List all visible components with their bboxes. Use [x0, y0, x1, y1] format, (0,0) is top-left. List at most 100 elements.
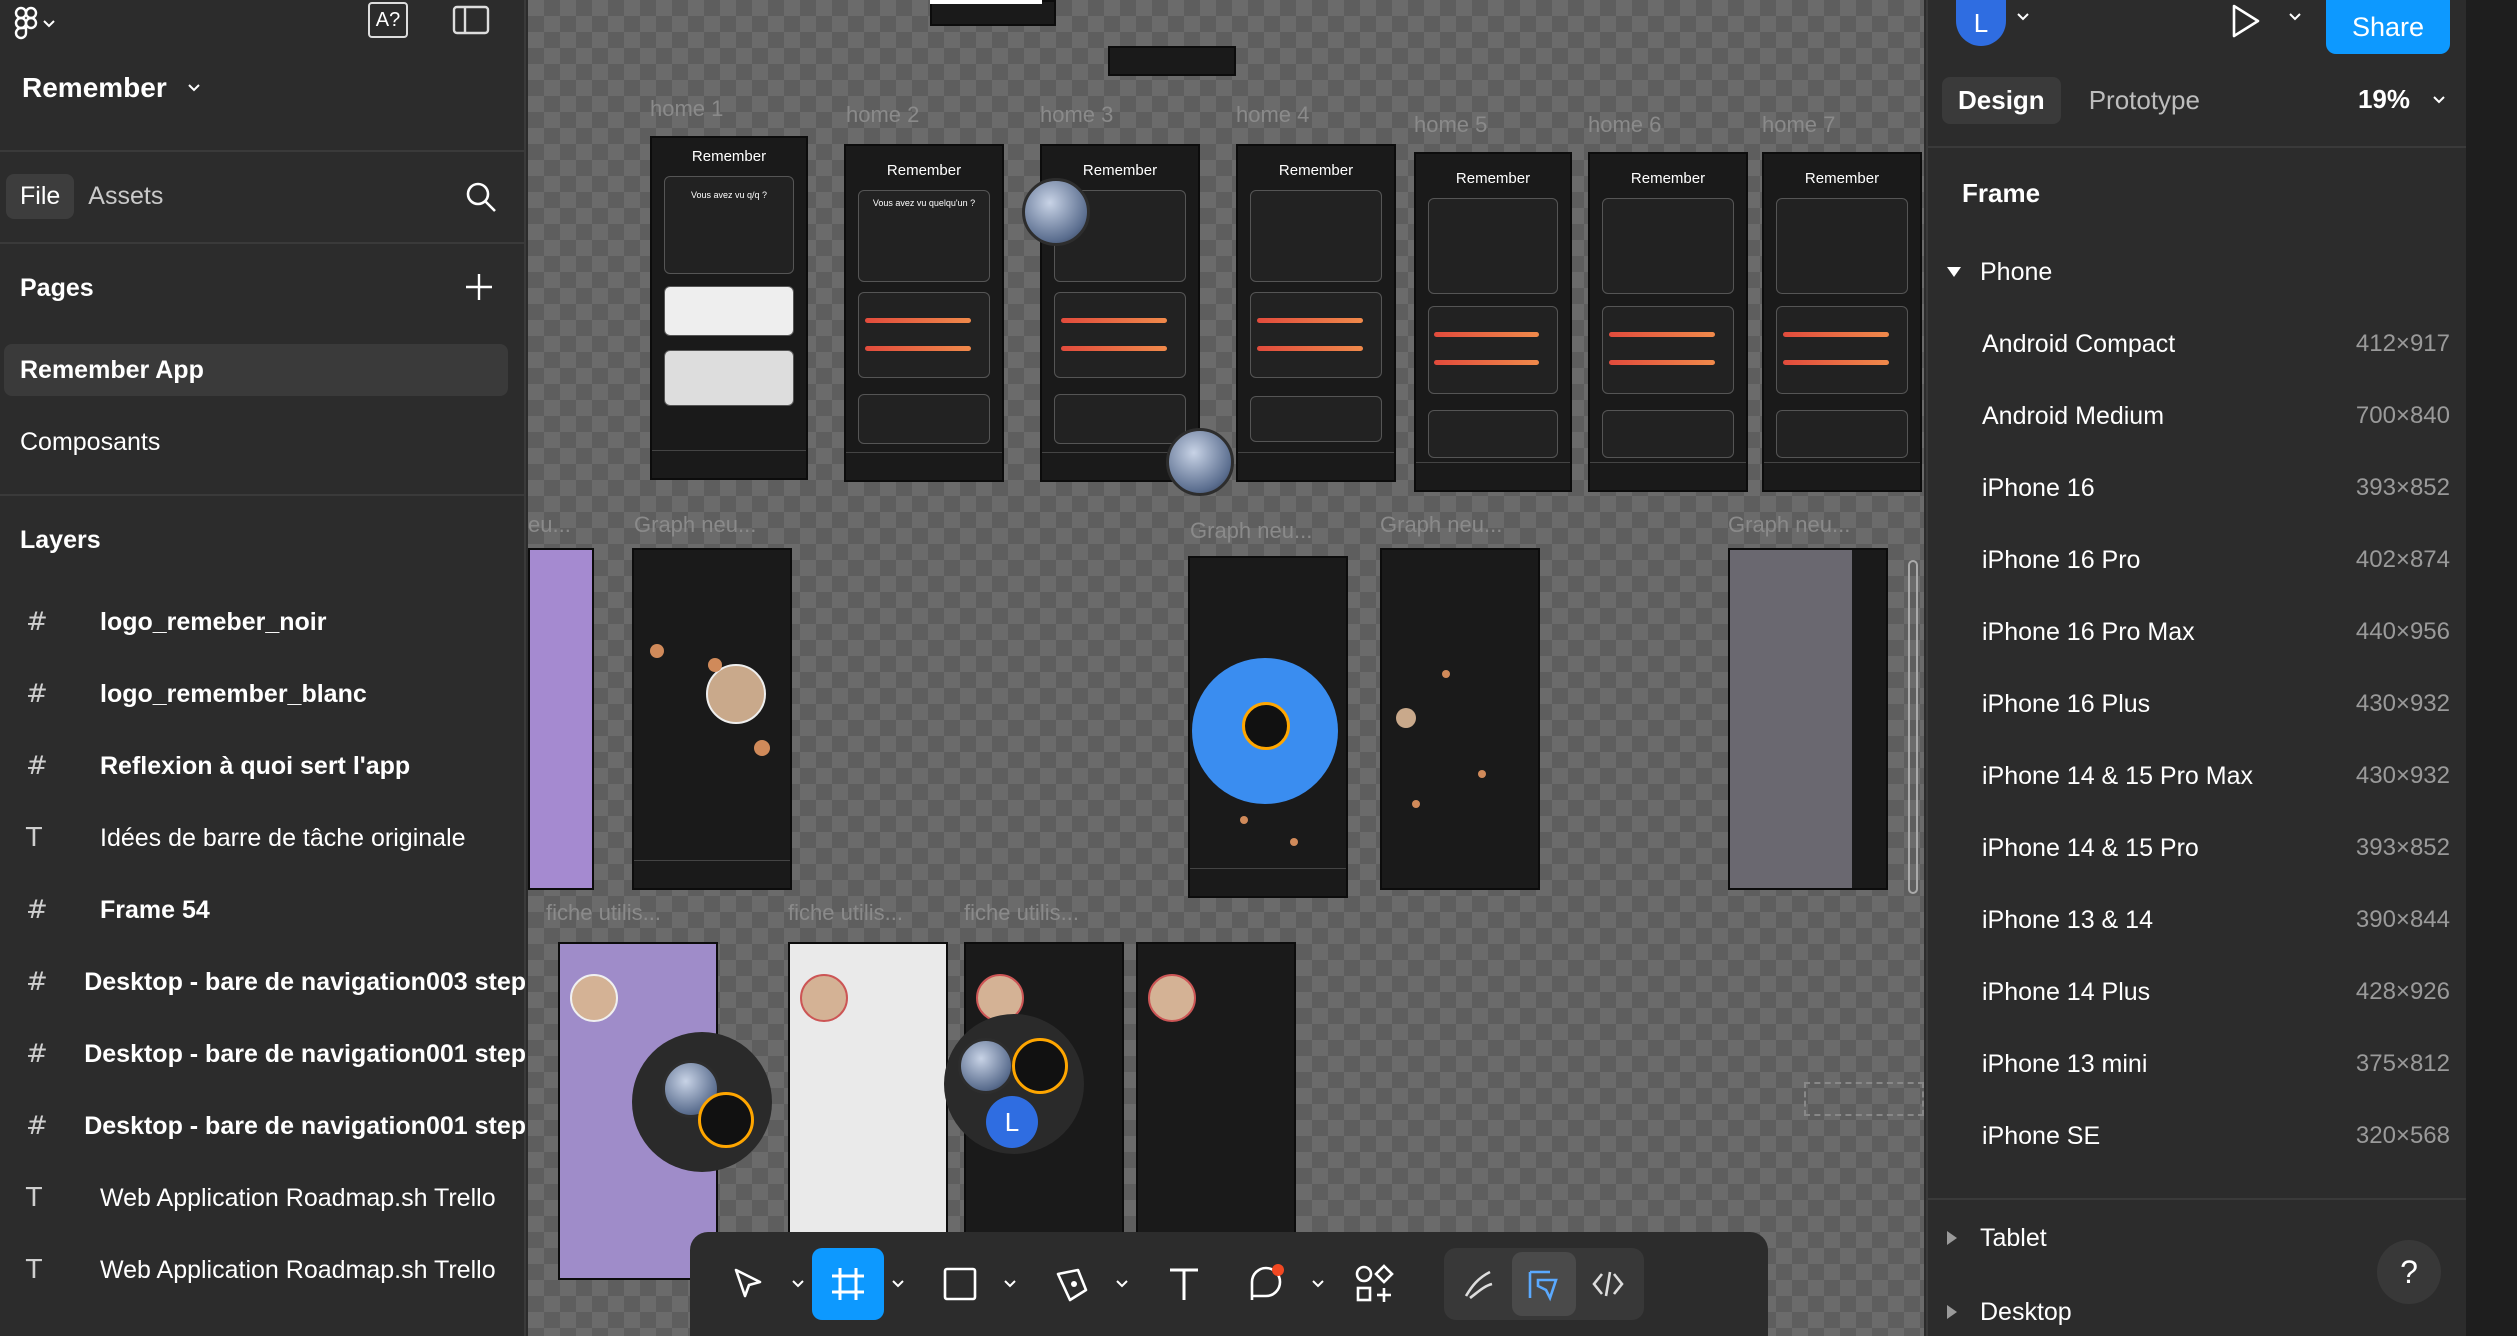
tab-design[interactable]: Design	[1942, 76, 2061, 124]
layer-row[interactable]: T Idées de barre de tâche originale	[0, 802, 526, 874]
frame-label[interactable]: eu...	[528, 512, 571, 538]
layer-row[interactable]: # Desktop - bare de navigation001 step	[0, 1018, 526, 1090]
phone-card	[1428, 198, 1558, 294]
layer-row[interactable]: T Web Application Roadmap.sh Trello	[0, 1234, 526, 1306]
frame-label[interactable]: Graph neu...	[634, 512, 756, 538]
frame-label[interactable]: home 4	[1236, 102, 1309, 128]
design-mode[interactable]	[1512, 1252, 1576, 1316]
pen-tool[interactable]	[1036, 1248, 1108, 1320]
preset-row[interactable]: Android Compact 412×917	[1928, 308, 2466, 380]
canvas-scroll[interactable]	[1908, 560, 1918, 894]
collaborator-avatar[interactable]	[1022, 178, 1090, 246]
dev-mode[interactable]	[1576, 1252, 1640, 1316]
profile-avatar	[800, 974, 848, 1022]
layer-row[interactable]: # logo_remeber_noir	[0, 586, 526, 658]
preset-row[interactable]: iPhone 16 Plus 430×932	[1928, 668, 2466, 740]
top-bar: A?	[0, 0, 524, 48]
frame-home-2[interactable]: Remember Vous avez vu quelqu'un ?	[844, 144, 1004, 482]
present-play-icon[interactable]	[2228, 2, 2262, 40]
tool-options-chevron[interactable]	[784, 1279, 812, 1289]
actions-tool[interactable]	[1338, 1248, 1410, 1320]
tab-file[interactable]: File	[6, 173, 75, 219]
collaborator-avatar[interactable]	[1166, 428, 1234, 496]
frame-home-1[interactable]: Remember Vous avez vu q/q ?	[650, 136, 808, 480]
tool-options-chevron[interactable]	[884, 1279, 912, 1289]
frame-home-4[interactable]: Remember	[1236, 144, 1396, 482]
layer-row[interactable]: # Frame 54	[0, 874, 526, 946]
preset-row[interactable]: iPhone 13 mini 375×812	[1928, 1028, 2466, 1100]
preset-row[interactable]: iPhone 13 & 14 390×844	[1928, 884, 2466, 956]
text-tool[interactable]	[1148, 1248, 1220, 1320]
search-icon[interactable]	[464, 180, 498, 214]
shape-tool[interactable]	[924, 1248, 996, 1320]
collaborator-initial: L	[986, 1096, 1038, 1148]
frame-top-partial[interactable]	[1108, 46, 1236, 76]
chevron-down-icon[interactable]	[2016, 12, 2030, 22]
preset-row[interactable]: Android Medium 700×840	[1928, 380, 2466, 452]
layer-row[interactable]: T Web Application Roadmap.sh Trello	[0, 1162, 526, 1234]
preset-row[interactable]: iPhone 16 Pro Max 440×956	[1928, 596, 2466, 668]
frame-label[interactable]: home 1	[650, 96, 723, 122]
frame-home-5[interactable]: Remember	[1414, 152, 1572, 492]
preset-row[interactable]: iPhone 14 Plus 428×926	[1928, 956, 2466, 1028]
frame-graph-2[interactable]	[1188, 556, 1348, 898]
collaborator-bubble[interactable]	[632, 1032, 772, 1172]
share-button[interactable]: Share	[2326, 0, 2450, 54]
frame-label[interactable]: Graph neu...	[1190, 518, 1312, 544]
phone-title: Remember	[1630, 170, 1706, 187]
frame-label[interactable]: fiche utilis...	[546, 900, 661, 926]
frame-fiche-2[interactable]	[788, 942, 948, 1280]
frame-tool[interactable]	[812, 1248, 884, 1320]
chevron-down-icon[interactable]	[2288, 12, 2302, 22]
draw-mode[interactable]	[1448, 1252, 1512, 1316]
help-button[interactable]: ?	[2377, 1240, 2441, 1304]
main-menu-button[interactable]	[14, 6, 56, 42]
phone-group-toggle[interactable]: Phone	[1928, 236, 2466, 308]
comment-tool[interactable]	[1232, 1248, 1304, 1320]
page-item-remember-app[interactable]: Remember App	[4, 344, 508, 396]
frame-label[interactable]: home 2	[846, 102, 919, 128]
preset-row[interactable]: iPhone 14 & 15 Pro 393×852	[1928, 812, 2466, 884]
frame-label[interactable]: home 6	[1588, 112, 1661, 138]
user-avatar[interactable]: L	[1956, 0, 2006, 46]
frame-graph-4[interactable]	[1728, 548, 1888, 890]
preset-row[interactable]: iPhone SE 320×568	[1928, 1100, 2466, 1172]
tool-options-chevron[interactable]	[1108, 1279, 1136, 1289]
page-item-composants[interactable]: Composants	[4, 416, 508, 468]
tool-options-chevron[interactable]	[996, 1279, 1024, 1289]
tab-assets[interactable]: Assets	[74, 174, 177, 219]
preset-row[interactable]: iPhone 16 Pro 402×874	[1928, 524, 2466, 596]
preset-row[interactable]: iPhone 14 & 15 Pro Max 430×932	[1928, 740, 2466, 812]
frame-label[interactable]: Graph neu...	[1728, 512, 1850, 538]
tab-prototype[interactable]: Prototype	[2073, 77, 2216, 124]
toggle-sidebar-icon[interactable]	[452, 4, 490, 36]
zoom-menu[interactable]: 19%	[2358, 84, 2446, 115]
frame-graph-3[interactable]	[1380, 548, 1540, 890]
frame-home-6[interactable]: Remember	[1588, 152, 1748, 492]
add-page-icon[interactable]	[464, 272, 494, 302]
frame-label[interactable]: Graph neu...	[1380, 512, 1502, 538]
tool-options-chevron[interactable]	[1304, 1279, 1332, 1289]
frame-graph-1[interactable]	[632, 548, 792, 890]
ai-text-icon[interactable]: A?	[368, 2, 408, 38]
layer-row[interactable]: # logo_remember_blanc	[0, 658, 526, 730]
layer-row[interactable]: # Reflexion à quoi sert l'app	[0, 730, 526, 802]
canvas[interactable]: home 1 home 2 home 3 home 4 home 5 home …	[528, 0, 1924, 1336]
frame-icon: #	[26, 1111, 48, 1141]
file-name-menu[interactable]: Remember	[22, 72, 201, 104]
frame-label[interactable]: home 5	[1414, 112, 1487, 138]
layer-row[interactable]: # Desktop - bare de navigation003 step	[0, 946, 526, 1018]
frame-label[interactable]: fiche utilis...	[788, 900, 903, 926]
preset-row[interactable]: iPhone 16 393×852	[1928, 452, 2466, 524]
frame-home-7[interactable]: Remember	[1762, 152, 1922, 492]
frame-graph-purple[interactable]	[528, 548, 594, 890]
divider	[0, 150, 524, 152]
frame-label[interactable]: fiche utilis...	[964, 900, 1079, 926]
chevron-down-icon	[1116, 1280, 1128, 1288]
frame-label[interactable]: home 7	[1762, 112, 1835, 138]
collaborator-bubble[interactable]: L	[944, 1014, 1084, 1154]
frame-fiche-4[interactable]	[1136, 942, 1296, 1280]
frame-label[interactable]: home 3	[1040, 102, 1113, 128]
move-tool[interactable]	[712, 1248, 784, 1320]
layer-row[interactable]: # Desktop - bare de navigation001 step	[0, 1090, 526, 1162]
